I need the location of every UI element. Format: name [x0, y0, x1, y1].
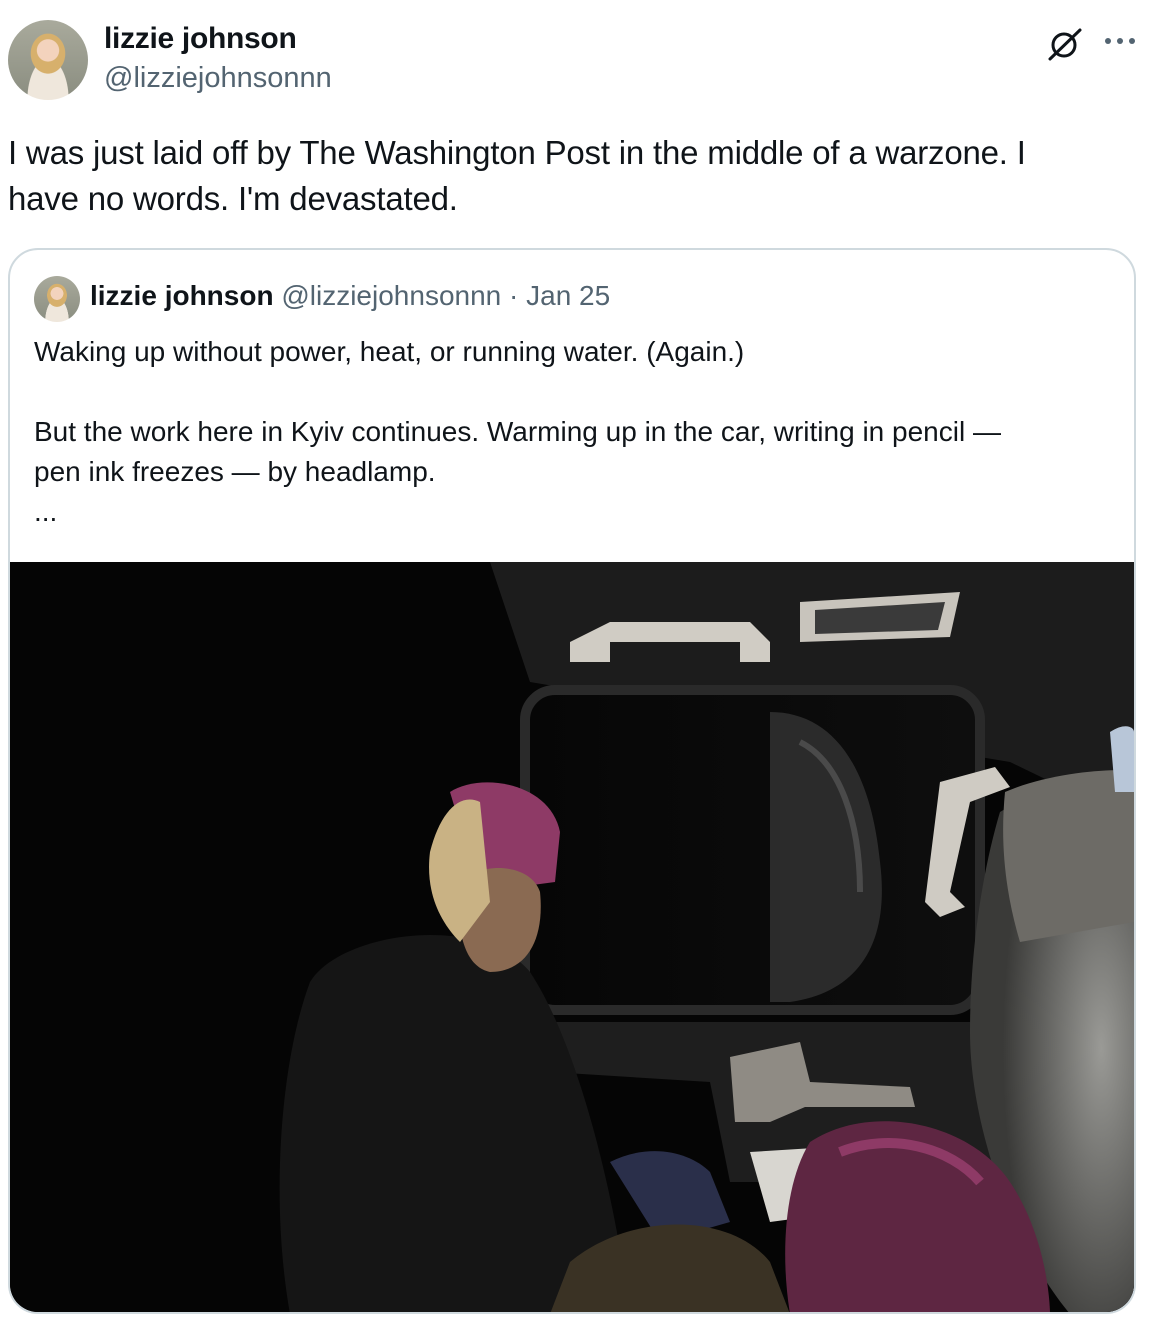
tweet-text: I was just laid off by The Washington Po… [8, 130, 1128, 222]
truncation-ellipsis: ... [34, 496, 58, 527]
quoted-author-name: lizzie johnson [90, 280, 274, 311]
grok-icon[interactable] [1044, 24, 1084, 64]
quoted-author-avatar [34, 276, 80, 322]
quoted-text-line: Waking up without power, heat, or runnin… [34, 336, 745, 367]
quoted-tweet-header: lizzie johnson @lizziejohnsonnn · Jan 25 [90, 280, 610, 312]
more-options-icon[interactable] [1102, 26, 1138, 56]
quoted-text-line: But the work here in Kyiv continues. War… [34, 416, 1001, 447]
author-name[interactable]: lizzie johnson [104, 22, 297, 56]
tweet-text-line: have no words. I'm devastated. [8, 180, 458, 217]
quoted-tweet-photo[interactable] [10, 562, 1134, 1312]
tweet: lizzie johnson @lizziejohnsonnn I was ju… [0, 0, 1155, 1324]
quoted-tweet-text: Waking up without power, heat, or runnin… [34, 332, 1114, 532]
quoted-tweet-date: Jan 25 [526, 280, 611, 311]
quoted-text-line: pen ink freezes — by headlamp. [34, 456, 436, 487]
tweet-text-line: I was just laid off by The Washington Po… [8, 134, 1026, 171]
author-avatar[interactable] [8, 20, 88, 100]
author-handle[interactable]: @lizziejohnsonnn [104, 62, 332, 95]
header-separator: · [509, 280, 519, 311]
quoted-tweet-card[interactable]: lizzie johnson @lizziejohnsonnn · Jan 25… [8, 248, 1136, 1314]
quoted-author-handle: @lizziejohnsonnn [281, 280, 502, 311]
